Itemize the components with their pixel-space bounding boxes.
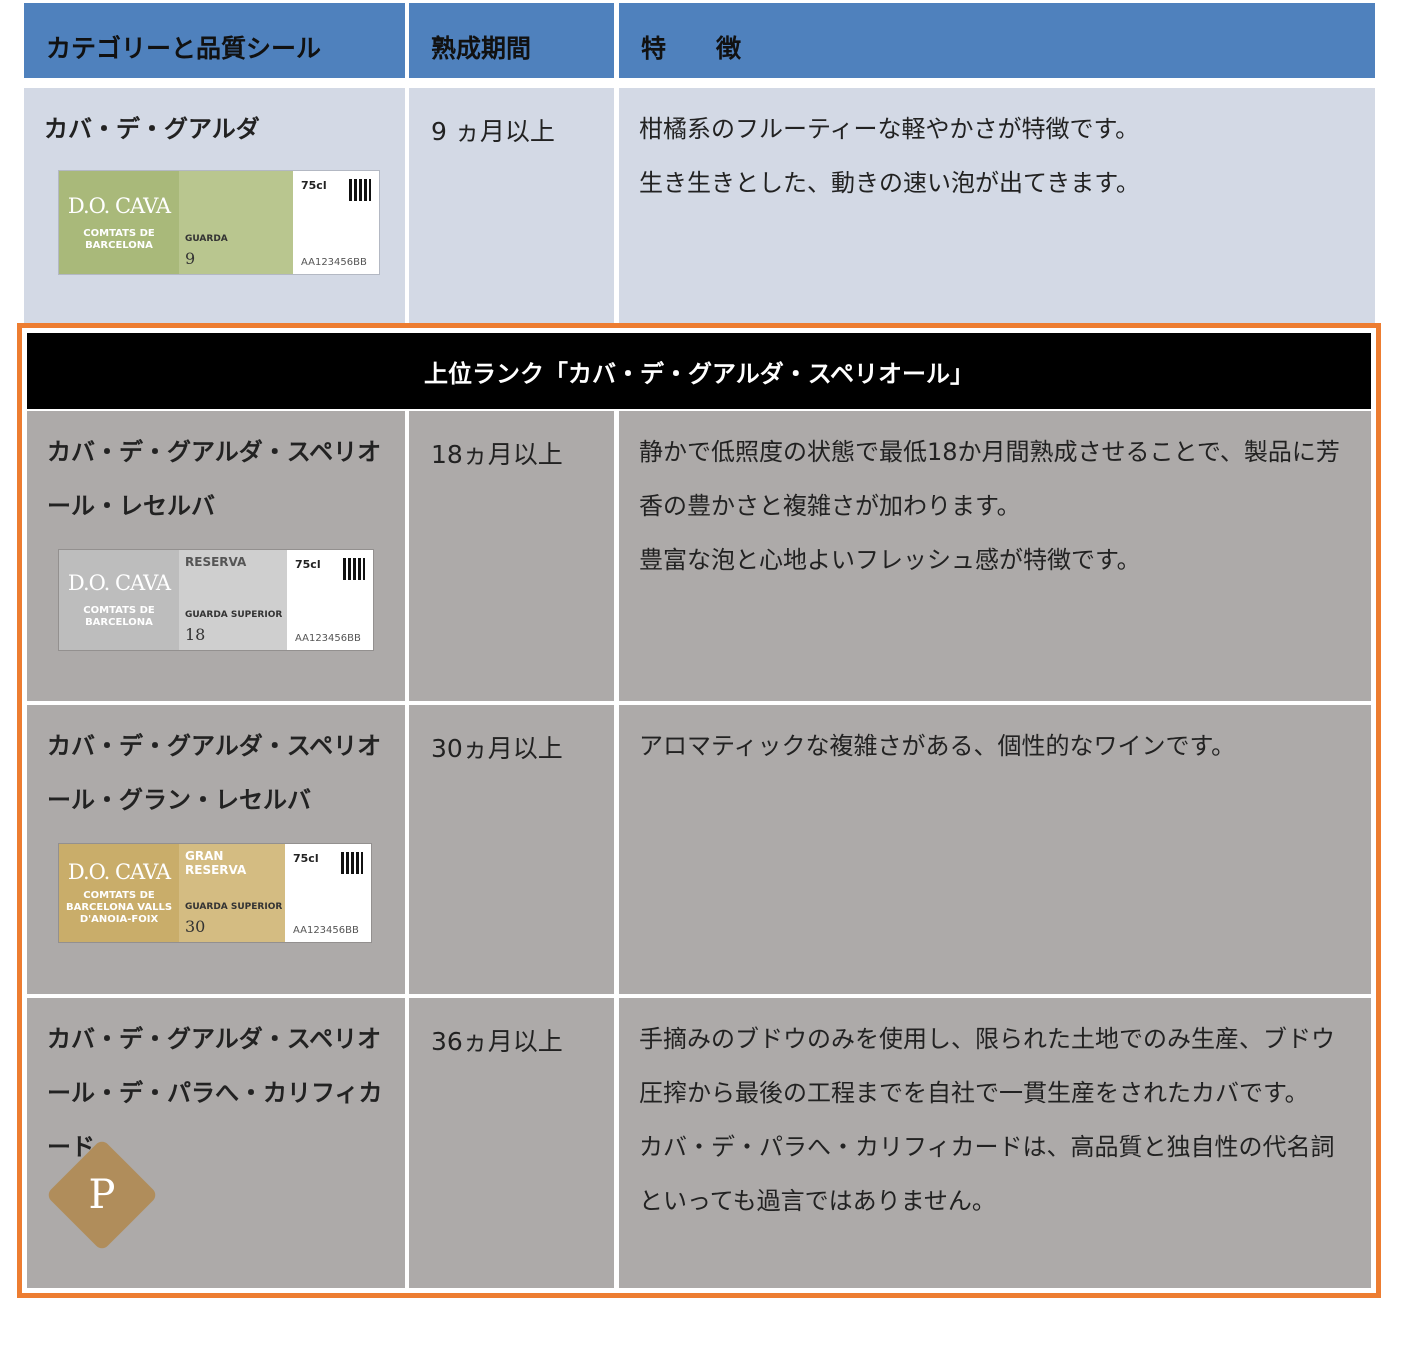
seal-serial: AA123456BB: [293, 925, 359, 936]
desc-line: アロマティックな複雑さがある、個性的なワインです。: [639, 732, 1236, 760]
row-gran-reserva-desc: アロマティックな複雑さがある、個性的なワインです。: [619, 705, 1371, 994]
category-name: カバ・デ・グアルダ・スペリオール・グラン・レセルバ: [47, 732, 382, 814]
row-reserva-age: 18ヵ月以上: [409, 411, 614, 701]
seal-months: 9: [185, 249, 196, 268]
superior-banner: 上位ランク「カバ・デ・グアルダ・スペリオール」: [27, 333, 1371, 409]
seal-logo: D.O. CAVA: [67, 860, 171, 884]
row-reserva-desc: 静かで低照度の状態で最低18か月間熟成させることで、製品に芳香の豊かさと複雑さが…: [619, 411, 1371, 701]
reserva-seal: D.O. CAVA COMTATS DE BARCELONA RESERVA G…: [58, 549, 374, 651]
desc-line: 静かで低照度の状態で最低18か月間熟成させることで、製品に芳香の豊かさと複雑さが…: [639, 438, 1340, 520]
row-guarda-desc: 柑橘系のフルーティーな軽やかさが特徴です。 生き生きとした、動きの速い泡が出てき…: [619, 88, 1375, 323]
qr-code-icon: [343, 558, 365, 580]
seal-category: GUARDA: [185, 234, 228, 244]
seal-category: GUARDA SUPERIOR: [185, 610, 283, 620]
header-aging: 熟成期間: [409, 3, 614, 78]
desc-line: 柑橘系のフルーティーな軽やかさが特徴です。: [639, 115, 1140, 143]
row-paraje-desc: 手摘みのブドウのみを使用し、限られた土地でのみ生産、ブドウ圧搾から最後の工程まで…: [619, 998, 1371, 1288]
seal-category: GUARDA SUPERIOR: [185, 902, 283, 912]
row-gran-reserva-age: 30ヵ月以上: [409, 705, 614, 994]
seal-logo: D.O. CAVA: [67, 571, 171, 595]
seal-rank: RESERVA: [185, 555, 247, 569]
paraje-badge-letter: P: [88, 1172, 116, 1218]
desc-line: 豊富な泡と心地よいフレッシュ感が特徴です。: [639, 546, 1141, 574]
desc-line: 生き生きとした、動きの速い泡が出てきます。: [639, 169, 1140, 197]
row-guarda-age: 9 ヵ月以上: [409, 88, 614, 323]
seal-volume: 75cl: [295, 558, 321, 571]
header-features: 特 徴: [619, 3, 1375, 78]
qr-code-icon: [349, 179, 371, 201]
seal-volume: 75cl: [301, 179, 327, 192]
desc-line: 手摘みのブドウのみを使用し、限られた土地でのみ生産、ブドウ圧搾から最後の工程まで…: [639, 1025, 1335, 1107]
seal-serial: AA123456BB: [301, 257, 367, 268]
seal-serial: AA123456BB: [295, 633, 361, 644]
category-name: カバ・デ・グアルダ: [44, 115, 260, 143]
guarda-seal: D.O. CAVA COMTATS DE BARCELONA GUARDA 9 …: [58, 170, 380, 275]
category-name: カバ・デ・グアルダ・スペリオール・レセルバ: [47, 438, 382, 520]
seal-logo: D.O. CAVA: [67, 193, 171, 218]
seal-zone: COMTATS DE BARCELONA: [83, 227, 155, 251]
header-category: カテゴリーと品質シール: [24, 3, 405, 78]
qr-code-icon: [341, 852, 363, 874]
seal-months: 30: [185, 917, 206, 936]
seal-rank: GRAN RESERVA: [185, 849, 247, 877]
gran-reserva-seal: D.O. CAVA COMTATS DE BARCELONA VALLS D'A…: [58, 843, 372, 943]
seal-zone: COMTATS DE BARCELONA VALLS D'ANOIA-FOIX: [65, 890, 173, 925]
seal-volume: 75cl: [293, 852, 319, 865]
seal-zone: COMTATS DE BARCELONA: [83, 605, 155, 628]
desc-line: カバ・デ・パラへ・カリフィカードは、高品質と独自性の代名詞といっても過言ではあり…: [639, 1133, 1335, 1215]
row-paraje-age: 36ヵ月以上: [409, 998, 614, 1288]
seal-months: 18: [185, 625, 206, 644]
